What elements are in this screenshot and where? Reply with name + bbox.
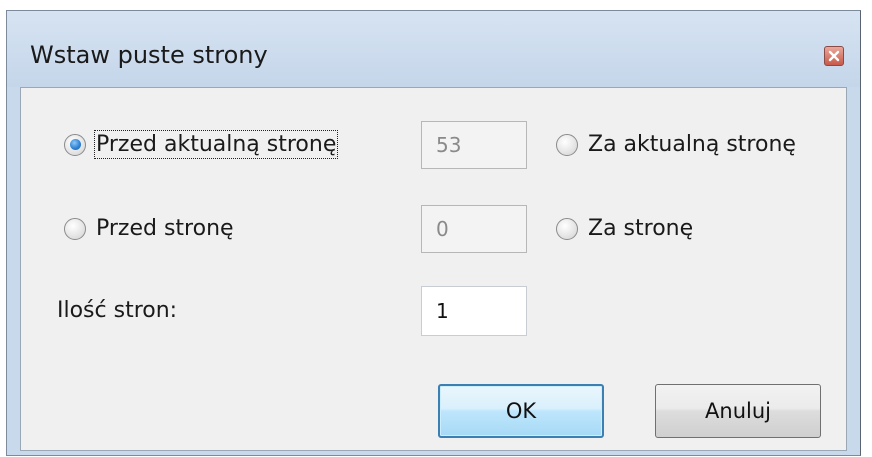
radio-after-page[interactable]: Za stronę [556,216,693,241]
radio-before-current-page[interactable]: Przed aktualną stronę [64,130,339,159]
ok-button[interactable]: OK [438,384,604,438]
page-number-field: 0 [421,205,527,253]
cancel-button[interactable]: Anuluj [655,384,821,438]
page-count-label: Ilość stron: [57,298,178,323]
cancel-button-label: Anuluj [705,399,771,423]
radio-circle[interactable] [556,133,578,156]
radio-before-current-label: Przed aktualną stronę [93,130,339,159]
radio-circle-selected[interactable] [64,133,86,156]
close-icon [828,50,840,62]
title-bar[interactable]: Wstaw puste strony [7,11,860,87]
radio-after-page-label: Za stronę [588,216,694,241]
radio-circle[interactable] [556,217,578,240]
radio-before-page[interactable]: Przed stronę [64,216,234,241]
radio-dot-icon [69,139,81,150]
current-page-field: 53 [421,121,527,169]
radio-circle[interactable] [64,217,86,240]
radio-after-current-label: Za aktualną stronę [588,132,796,157]
radio-after-current-page[interactable]: Za aktualną stronę [556,132,796,157]
dialog-window: Wstaw puste strony Przed aktualną stronę… [6,10,861,456]
dialog-title: Wstaw puste strony [30,41,268,69]
page-count-input[interactable]: 1 [421,286,527,336]
radio-before-page-label: Przed stronę [96,216,234,241]
dialog-client-area: Przed aktualną stronę 53 Za aktualną str… [20,87,847,451]
close-button[interactable] [824,46,844,66]
ok-button-label: OK [505,399,537,423]
